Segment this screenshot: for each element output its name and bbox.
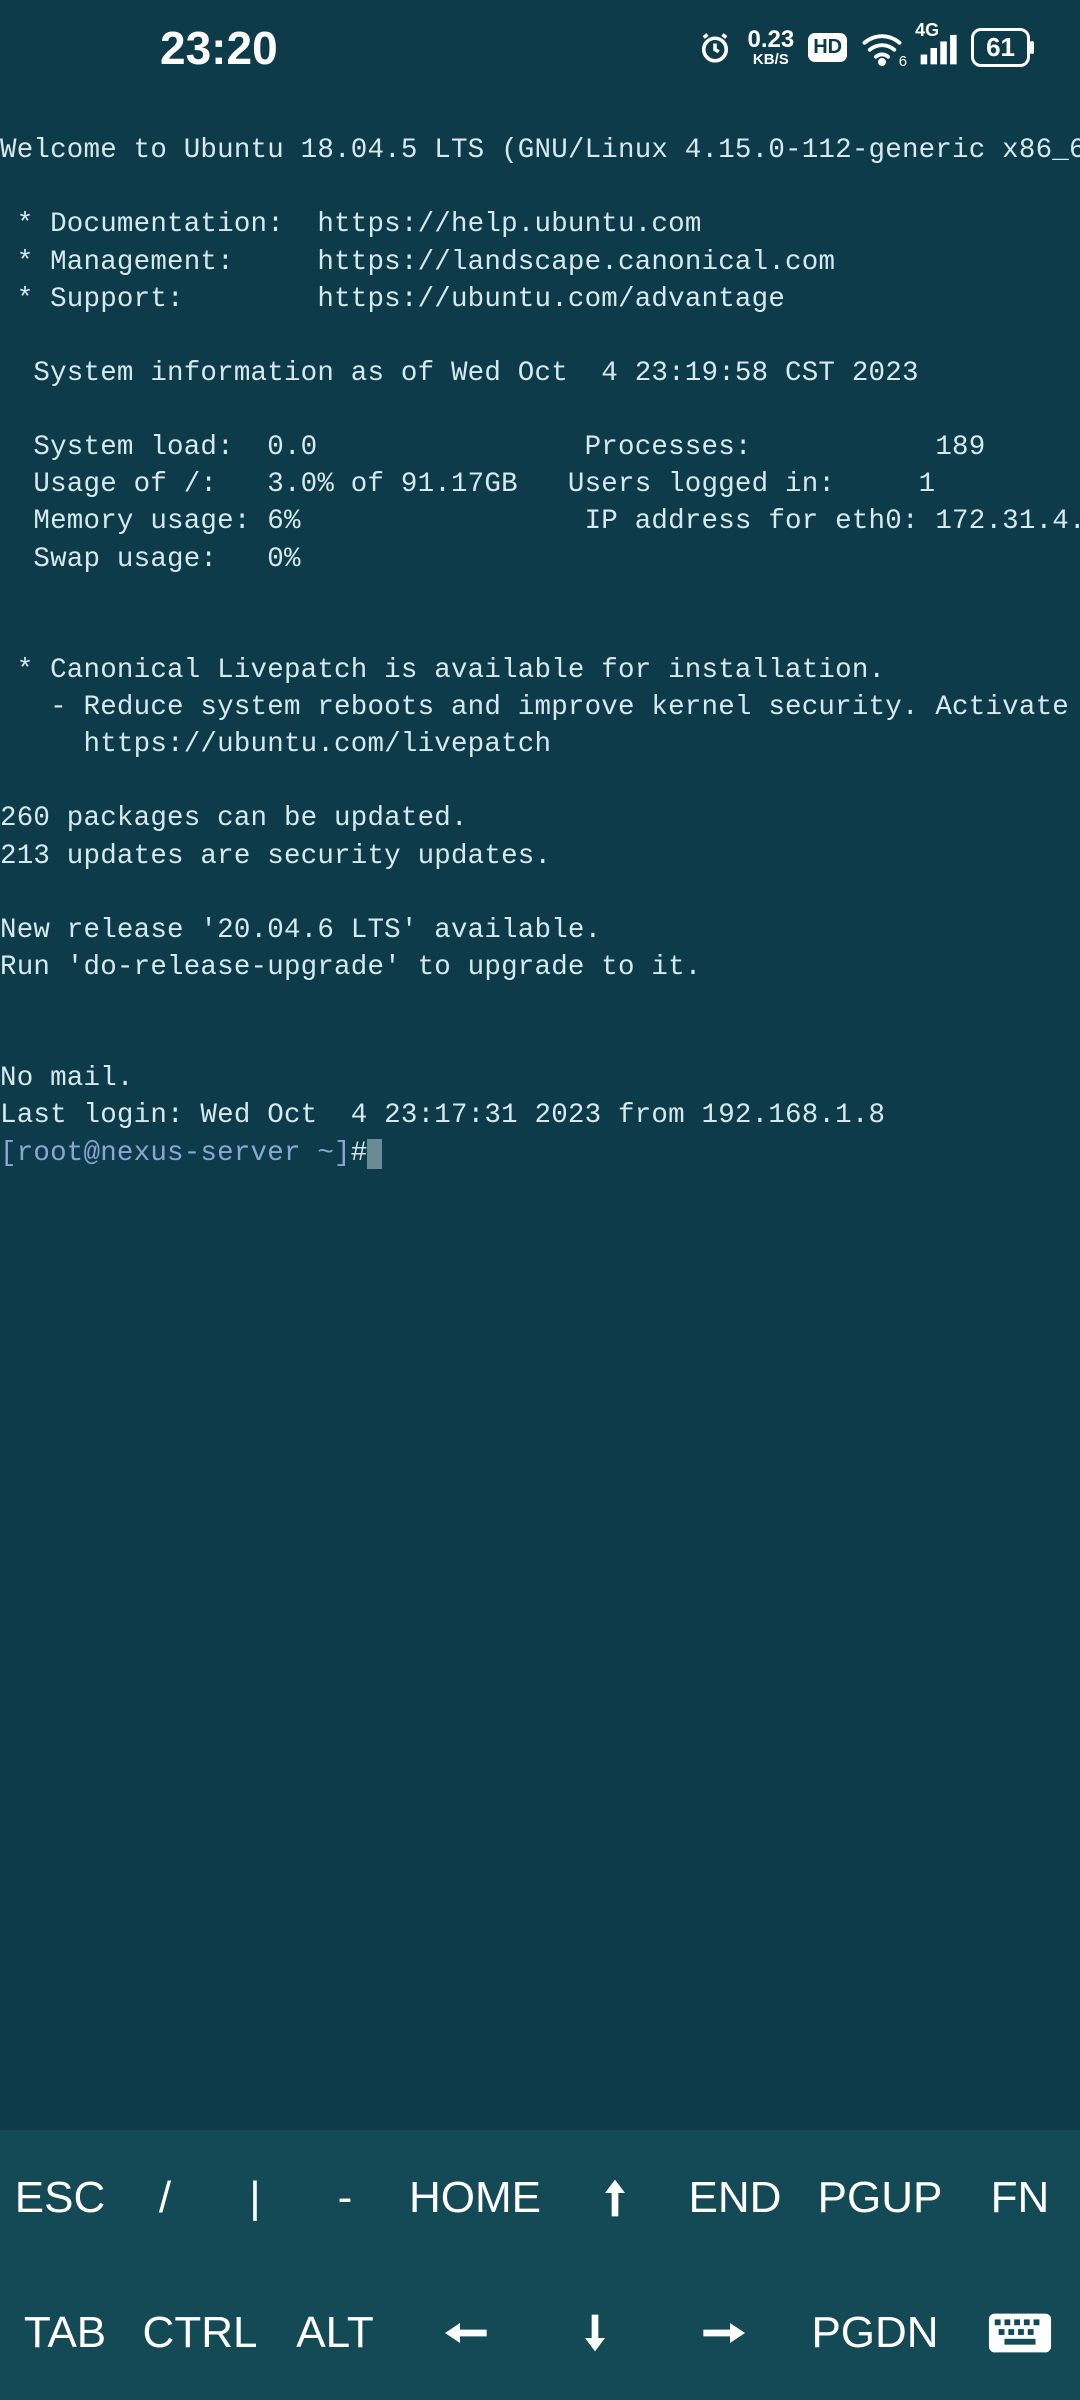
status-clock: 23:20 xyxy=(160,21,278,75)
sysinfo-header: System information as of Wed Oct 4 23:19… xyxy=(0,358,919,389)
key-esc[interactable]: ESC xyxy=(0,2173,120,2223)
wifi-icon: 6 xyxy=(861,30,903,66)
key-down[interactable] xyxy=(530,2309,660,2357)
shell-prompt[interactable]: [root@nexus-server ~]# xyxy=(0,1138,382,1169)
arrow-down-icon xyxy=(575,2309,615,2357)
key-ctrl[interactable]: CTRL xyxy=(130,2308,270,2358)
arrow-up-icon xyxy=(595,2174,635,2222)
terminal-output[interactable]: Welcome to Ubuntu 18.04.5 LTS (GNU/Linux… xyxy=(0,95,1080,2130)
key-alt[interactable]: ALT xyxy=(270,2308,400,2358)
motd-welcome: Welcome to Ubuntu 18.04.5 LTS (GNU/Linux… xyxy=(0,135,1080,166)
mobile-signal-icon: 4G xyxy=(917,30,957,66)
key-dash[interactable]: - xyxy=(300,2173,390,2223)
key-slash[interactable]: / xyxy=(120,2173,210,2223)
key-pipe[interactable]: | xyxy=(210,2173,300,2223)
arrow-left-icon xyxy=(438,2313,492,2353)
key-right[interactable] xyxy=(660,2313,790,2353)
key-home[interactable]: HOME xyxy=(390,2173,560,2223)
key-keyboard-toggle[interactable] xyxy=(960,2311,1080,2355)
alarm-icon xyxy=(697,30,733,66)
key-pgdn[interactable]: PGDN xyxy=(790,2308,960,2358)
hd-badge-icon: HD xyxy=(808,33,847,62)
key-up[interactable] xyxy=(560,2174,670,2222)
cursor-block xyxy=(367,1139,382,1169)
key-pgup[interactable]: PGUP xyxy=(800,2173,960,2223)
network-speed: 0.23 KB/S xyxy=(747,28,794,67)
key-fn[interactable]: FN xyxy=(960,2173,1080,2223)
arrow-right-icon xyxy=(698,2313,752,2353)
android-status-bar: 23:20 0.23 KB/S HD 6 4G xyxy=(0,0,1080,95)
key-end[interactable]: END xyxy=(670,2173,800,2223)
battery-icon: 61 xyxy=(971,28,1030,67)
key-tab[interactable]: TAB xyxy=(0,2308,130,2358)
keyboard-icon xyxy=(987,2311,1053,2355)
key-left[interactable] xyxy=(400,2313,530,2353)
extra-keys-bar: ESC / | - HOME END PGUP FN TAB CTRL ALT xyxy=(0,2130,1080,2400)
